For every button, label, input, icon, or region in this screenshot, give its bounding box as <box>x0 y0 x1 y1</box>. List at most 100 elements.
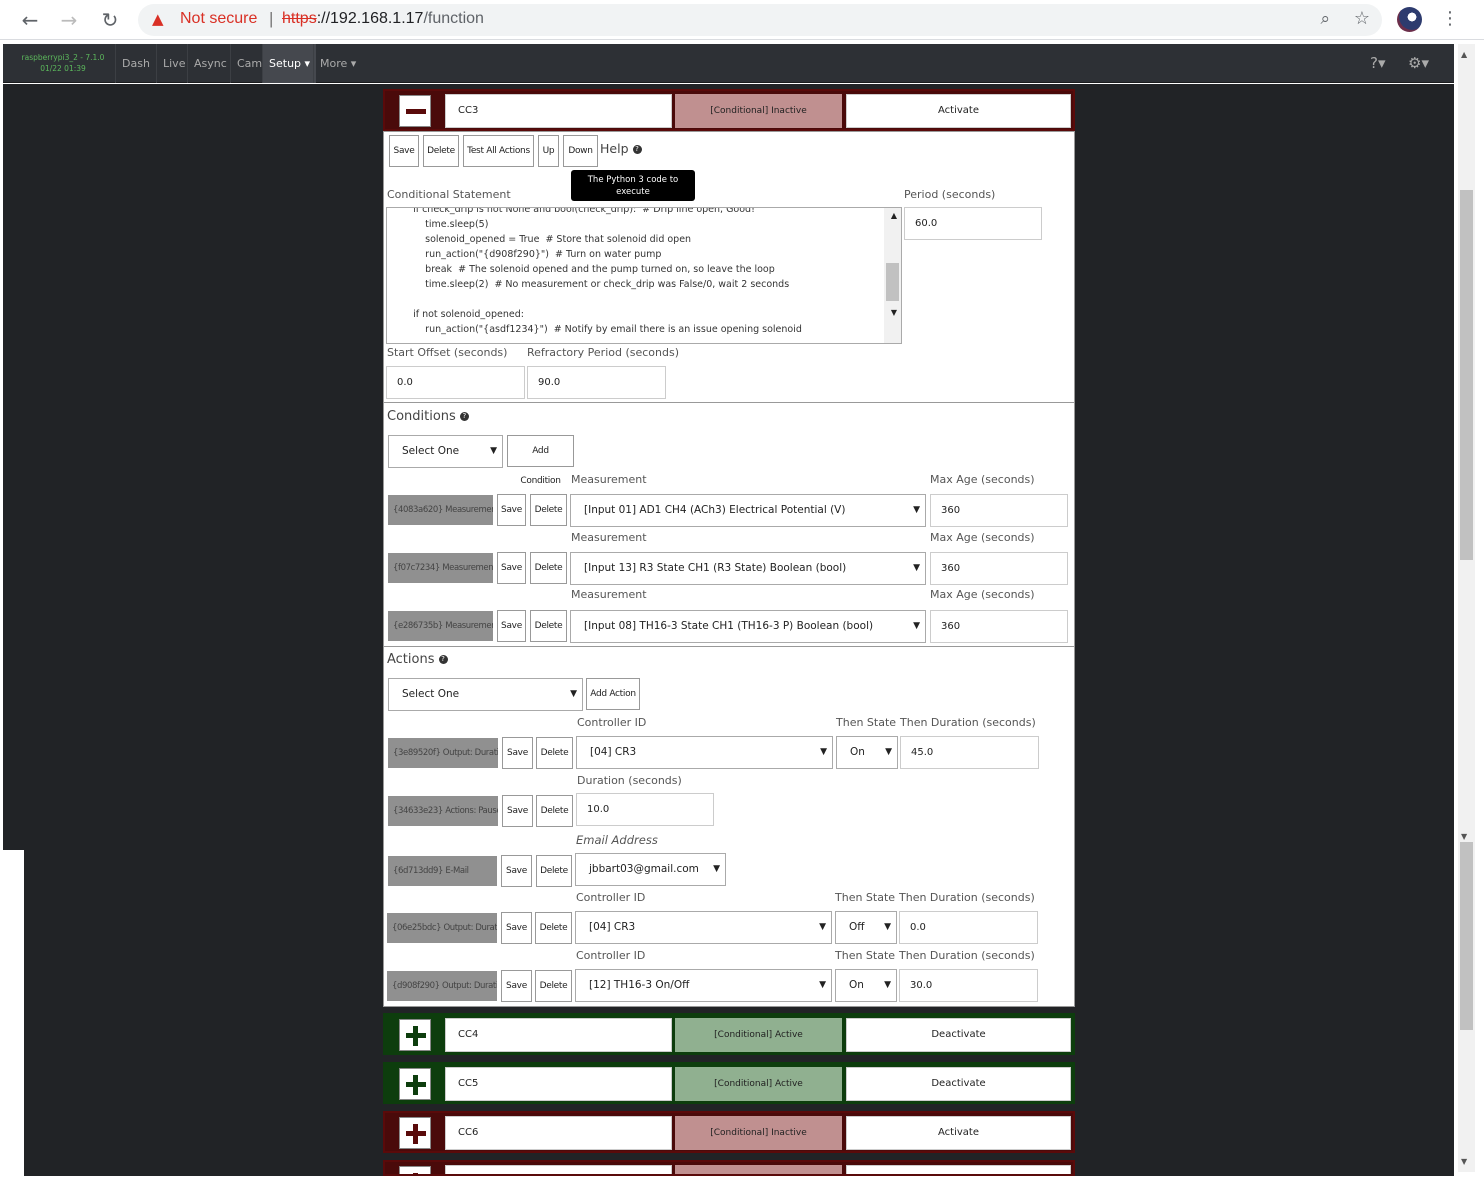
action-delete-button[interactable]: Delete <box>535 912 572 944</box>
pause-duration-input[interactable]: 10.0 <box>576 793 714 826</box>
code-text: if check_drip is not None and bool(check… <box>413 207 802 335</box>
action-controller-select[interactable]: [04] CR3 ▼ <box>576 736 833 769</box>
condition-measurement-select[interactable]: [Input 01] AD1 CH4 (ACh3) Electrical Pot… <box>570 494 926 527</box>
cc4-deactivate-button[interactable]: Deactivate <box>846 1018 1071 1052</box>
condition-type-select[interactable]: Select One ▼ <box>388 435 503 468</box>
action-state-select[interactable]: On ▼ <box>835 969 897 1002</box>
start-offset-input[interactable]: 0.0 <box>386 366 525 399</box>
refractory-period-input[interactable]: 90.0 <box>527 366 666 399</box>
conditional-code-textarea[interactable]: if check_drip is not None and bool(check… <box>386 207 902 344</box>
action-controller-select[interactable]: [04] CR3 ▼ <box>575 911 832 944</box>
help-icon: ? <box>632 145 642 154</box>
cc5-name-input[interactable]: CC5 <box>445 1067 672 1101</box>
address-separator: | <box>269 9 274 28</box>
scroll-down-arrow-icon-lower[interactable]: ▼ <box>1461 1157 1467 1166</box>
help-link[interactable]: Help? <box>600 141 642 156</box>
action-type-select[interactable]: Select One ▼ <box>388 678 583 711</box>
profile-avatar[interactable] <box>1397 7 1422 32</box>
chevron-down-icon: ▼ <box>713 864 720 874</box>
condition-delete-button[interactable]: Delete <box>530 494 567 526</box>
conditions-help-icon[interactable]: ? <box>459 412 469 421</box>
expand-plus-icon[interactable] <box>399 1117 431 1149</box>
textarea-scroll-down-icon[interactable]: ▼ <box>891 308 897 317</box>
test-all-actions-button[interactable]: Test All Actions <box>463 135 534 167</box>
action-delete-button[interactable]: Delete <box>536 795 573 827</box>
action-duration-input[interactable]: 45.0 <box>900 736 1039 769</box>
page-scrollbar-thumb-lower[interactable] <box>1460 842 1473 1030</box>
nav-more[interactable]: More ▾ <box>313 44 362 83</box>
expand-plus-icon[interactable] <box>399 1019 431 1051</box>
measurement-label: Measurement <box>571 531 647 544</box>
chevron-down-icon: ▼ <box>885 747 892 757</box>
email-address-select[interactable]: jbbart03@gmail.com ▼ <box>575 853 726 886</box>
cc4-name-input[interactable]: CC4 <box>445 1018 672 1052</box>
then-state-label: Then State <box>835 949 896 962</box>
address-bar[interactable]: ▲ Not secure | https://192.168.1.17/func… <box>138 4 1382 36</box>
action-save-button[interactable]: Save <box>502 737 533 769</box>
down-button[interactable]: Down <box>563 135 598 167</box>
condition-max-age-input[interactable]: 360 <box>930 494 1068 527</box>
actions-help-icon[interactable]: ? <box>438 655 448 664</box>
action-save-button[interactable]: Save <box>501 912 532 944</box>
action-state-select[interactable]: On ▼ <box>836 736 898 769</box>
url-text[interactable]: https://192.168.1.17/function <box>282 10 484 28</box>
condition-max-age-input[interactable]: 360 <box>930 552 1068 585</box>
condition-measurement-select[interactable]: [Input 08] TH16-3 State CH1 (TH16-3 P) B… <box>570 610 926 643</box>
textarea-scroll-up-icon[interactable]: ▲ <box>891 211 897 220</box>
action-save-button[interactable]: Save <box>501 970 532 1002</box>
textarea-scrollbar-thumb[interactable] <box>886 263 899 301</box>
cc6-activate-button[interactable]: Activate <box>846 1116 1071 1150</box>
zoom-icon[interactable]: ⌕ <box>1320 9 1330 29</box>
condition-max-age-input[interactable]: 360 <box>930 610 1068 643</box>
next-action-button[interactable] <box>846 1165 1071 1174</box>
nav-setup[interactable]: Setup ▾ <box>262 44 317 83</box>
action-duration-input[interactable]: 0.0 <box>899 911 1038 944</box>
page-scrollbar-thumb[interactable] <box>1460 190 1473 560</box>
browser-menu-icon[interactable]: ⋮ <box>1441 8 1459 29</box>
up-button[interactable]: Up <box>538 135 559 167</box>
warning-icon: ▲ <box>152 10 164 28</box>
brand[interactable]: raspberrypi3_2 - 7.1.0 01/22 01:39 <box>13 52 113 74</box>
then-state-label: Then State <box>836 716 897 729</box>
nav-dash[interactable]: Dash <box>115 44 156 83</box>
condition-delete-button[interactable]: Delete <box>530 610 567 642</box>
action-save-button[interactable]: Save <box>501 855 532 887</box>
cc5-deactivate-button[interactable]: Deactivate <box>846 1067 1071 1101</box>
period-input[interactable]: 60.0 <box>904 207 1042 240</box>
gear-icon[interactable]: ⚙▾ <box>1408 54 1429 72</box>
condition-save-button[interactable]: Save <box>497 494 526 526</box>
bookmark-star-icon[interactable]: ☆ <box>1354 8 1370 29</box>
add-condition-button[interactable]: Add Condition <box>507 435 574 486</box>
next-name-input[interactable] <box>445 1165 672 1174</box>
action-state-select[interactable]: Off ▼ <box>835 911 897 944</box>
action-duration-input[interactable]: 30.0 <box>899 969 1038 1002</box>
add-action-button[interactable]: Add Action <box>586 678 640 710</box>
back-arrow-icon[interactable]: ← <box>16 6 44 34</box>
conditions-heading: Conditions? <box>387 409 469 424</box>
scroll-down-arrow-icon[interactable]: ▼ <box>1461 832 1467 841</box>
action-controller-select[interactable]: [12] TH16-3 On/Off ▼ <box>575 969 832 1002</box>
action-delete-button[interactable]: Delete <box>536 855 572 887</box>
code-tooltip: The Python 3 code to execute <box>571 170 695 201</box>
cc3-activate-button[interactable]: Activate <box>846 94 1071 128</box>
scroll-up-arrow-icon[interactable]: ▲ <box>1461 50 1467 59</box>
condition-measurement-select[interactable]: [Input 13] R3 State CH1 (R3 State) Boole… <box>570 552 926 585</box>
action-delete-button[interactable]: Delete <box>536 737 573 769</box>
help-menu-icon[interactable]: ?▾ <box>1370 54 1386 72</box>
forward-arrow-icon[interactable]: → <box>55 6 83 34</box>
controller-id-label: Controller ID <box>576 891 646 904</box>
condition-save-button[interactable]: Save <box>497 552 526 584</box>
cc3-name-input[interactable]: CC3 <box>445 94 672 128</box>
condition-save-button[interactable]: Save <box>497 610 526 642</box>
cc6-name-input[interactable]: CC6 <box>445 1116 672 1150</box>
condition-delete-button[interactable]: Delete <box>530 552 567 584</box>
action-save-button[interactable]: Save <box>502 795 533 827</box>
nav-async[interactable]: Async <box>187 44 233 83</box>
reload-icon[interactable]: ↻ <box>96 6 124 34</box>
delete-button[interactable]: Delete <box>423 135 459 167</box>
collapse-minus-icon[interactable] <box>399 95 431 127</box>
expand-plus-icon[interactable] <box>399 1166 431 1174</box>
action-delete-button[interactable]: Delete <box>535 970 572 1002</box>
expand-plus-icon[interactable] <box>399 1068 431 1100</box>
save-button[interactable]: Save <box>389 135 419 167</box>
